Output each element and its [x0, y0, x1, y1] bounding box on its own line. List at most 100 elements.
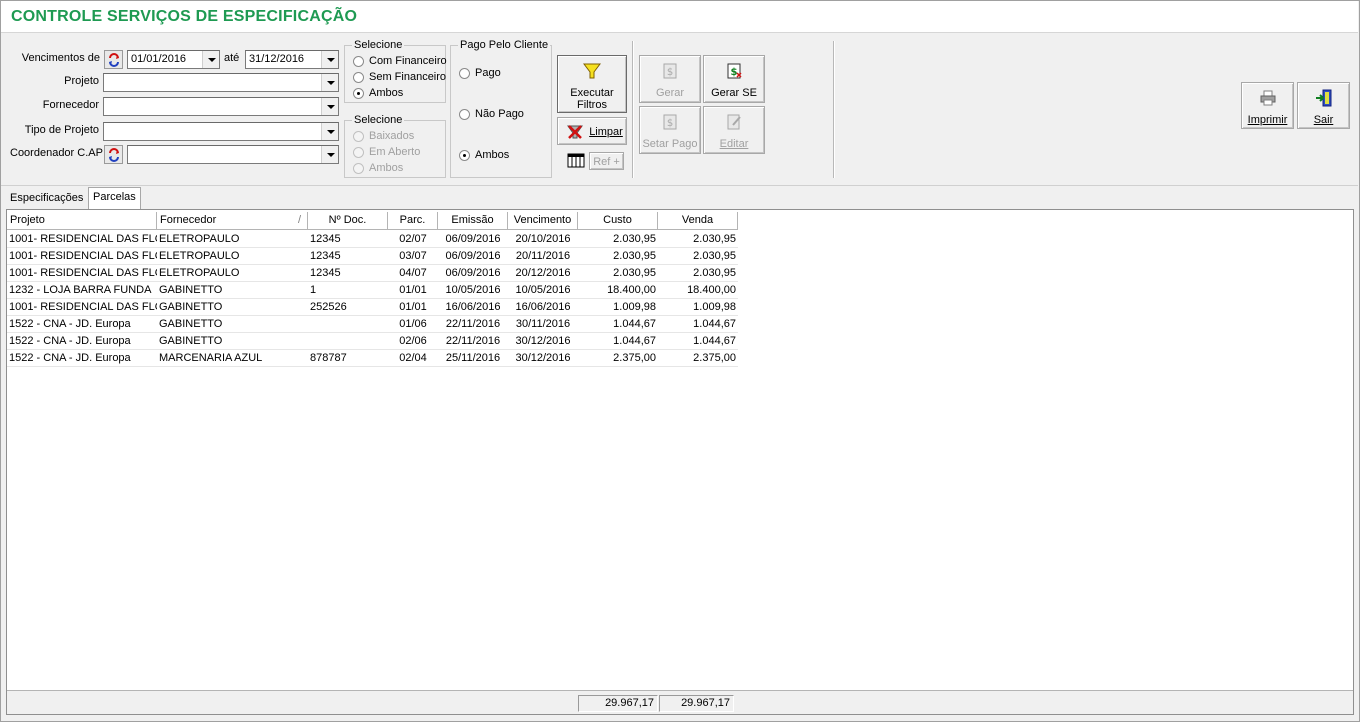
cell-custo: 1.044,67	[578, 316, 658, 333]
column-header-parc[interactable]: Parc.	[388, 212, 438, 230]
cell-parc: 03/07	[388, 248, 438, 265]
column-header-vencimento[interactable]: Vencimento	[508, 212, 578, 230]
dropdown-arrow-icon[interactable]	[321, 123, 338, 140]
projeto-select[interactable]	[103, 73, 339, 92]
total-venda: 29.967,17	[659, 695, 734, 712]
dropdown-arrow-icon[interactable]	[321, 51, 338, 68]
radio-dot	[459, 109, 470, 120]
cell-custo: 18.400,00	[578, 282, 658, 299]
dropdown-arrow-icon[interactable]	[321, 98, 338, 115]
cell-projeto: 1001- RESIDENCIAL DAS FLORES	[7, 299, 157, 316]
cell-fornecedor: GABINETTO	[157, 299, 308, 316]
exit-door-icon	[1315, 89, 1331, 107]
ref-plus-button[interactable]: Ref +	[589, 152, 624, 170]
gerar-button[interactable]: $ Gerar	[639, 55, 701, 103]
document-dollar-icon: $	[663, 63, 677, 79]
date-from-field[interactable]: 01/01/2016	[127, 50, 220, 69]
tab-parcelas[interactable]: Parcelas	[88, 187, 141, 209]
date-to-field[interactable]: 31/12/2016	[245, 50, 339, 69]
limpar-button[interactable]: Limpar	[557, 117, 627, 145]
cell-venda: 18.400,00	[658, 282, 738, 299]
radio-dot	[459, 68, 470, 79]
fornecedor-label: Fornecedor	[42, 99, 99, 111]
radio-label: Em Aberto	[369, 146, 421, 158]
ate-label: até	[224, 52, 240, 64]
cell-parc: 02/06	[388, 333, 438, 350]
coordenador-select[interactable]	[127, 145, 339, 164]
tab-especificacoes[interactable]: Especificações	[6, 189, 87, 209]
cell-emissao: 10/05/2016	[438, 282, 508, 299]
radio-dot	[353, 131, 364, 142]
executar-label: Executar	[570, 87, 614, 99]
editar-button[interactable]: Editar	[703, 106, 765, 154]
cell-doc: 878787	[308, 350, 388, 367]
refresh-icon	[109, 148, 119, 162]
refresh-vencimentos-button[interactable]	[104, 50, 123, 69]
column-header-emissao[interactable]: Emissão	[438, 212, 508, 230]
total-custo: 29.967,17	[578, 695, 658, 712]
radio-dot	[353, 72, 364, 83]
title-bar: CONTROLE SERVIÇOS DE ESPECIFICAÇÃO	[1, 1, 1358, 33]
radio-label: Ambos	[369, 162, 404, 174]
refresh-coordenador-button[interactable]	[104, 145, 123, 164]
fornecedor-select[interactable]	[103, 97, 339, 116]
editar-label: Editar	[719, 138, 749, 150]
executar-filtros-button[interactable]: Executar Filtros	[557, 55, 627, 113]
date-to-value: 31/12/2016	[249, 53, 305, 65]
cell-fornecedor: ELETROPAULO	[157, 231, 308, 248]
column-header-venda[interactable]: Venda	[658, 212, 738, 230]
radio-label: Pago	[475, 67, 501, 79]
cell-emissao: 16/06/2016	[438, 299, 508, 316]
cell-fornecedor: GABINETTO	[157, 316, 308, 333]
cell-fornecedor: MARCENARIA AZUL	[157, 350, 308, 367]
limpar-label: Limpar	[589, 126, 623, 138]
cell-projeto: 1522 - CNA - JD. Europa	[7, 333, 157, 350]
vencimentos-label: Vencimentos de	[21, 52, 100, 64]
tipo-projeto-select[interactable]	[103, 122, 339, 141]
cell-emissao: 22/11/2016	[438, 333, 508, 350]
group-title: Selecione	[352, 39, 405, 51]
radio-dot	[353, 56, 364, 67]
tipo-projeto-label: Tipo de Projeto	[24, 124, 99, 136]
dropdown-arrow-icon[interactable]	[321, 74, 338, 91]
svg-text:$: $	[731, 67, 738, 78]
printer-icon	[1260, 90, 1275, 106]
setar-pago-button[interactable]: $ Setar Pago	[639, 106, 701, 154]
column-header-projeto[interactable]: Projeto	[7, 212, 157, 230]
cell-custo: 2.030,95	[578, 231, 658, 248]
cell-projeto: 1001- RESIDENCIAL DAS FLORES	[7, 265, 157, 282]
cell-custo: 1.044,67	[578, 333, 658, 350]
cell-fornecedor: GABINETTO	[157, 333, 308, 350]
radio-label: Ambos	[369, 87, 404, 99]
column-header-fornecedor[interactable]: Fornecedor /	[157, 212, 308, 230]
gerar-se-button[interactable]: $ Gerar SE	[703, 55, 765, 103]
refresh-icon	[109, 53, 119, 67]
cell-doc	[308, 316, 388, 333]
cell-parc: 04/07	[388, 265, 438, 282]
filtros-label: Filtros	[577, 99, 607, 111]
dropdown-arrow-icon[interactable]	[321, 146, 338, 163]
cell-custo: 2.030,95	[578, 248, 658, 265]
cell-venda: 1.044,67	[658, 333, 738, 350]
radio-label: Não Pago	[475, 108, 524, 120]
selecione-financeiro-group: Selecione Com Financeiro Sem Financeiro …	[344, 39, 447, 103]
gerar-se-label: Gerar SE	[711, 87, 757, 99]
grid-footer: 29.967,17 29.967,17	[7, 690, 1353, 714]
radio-dot	[353, 147, 364, 158]
pago-cliente-group: Pago Pelo Cliente Pago Não Pago Ambos	[450, 39, 552, 178]
selecione-baixados-group: Selecione Baixados Em Aberto Ambos	[344, 114, 446, 178]
sair-button[interactable]: Sair	[1297, 82, 1350, 129]
cell-emissao: 06/09/2016	[438, 265, 508, 282]
cell-parc: 02/04	[388, 350, 438, 367]
cell-venda: 1.044,67	[658, 316, 738, 333]
imprimir-button[interactable]: Imprimir	[1241, 82, 1294, 129]
group-title: Selecione	[352, 114, 405, 126]
column-header-custo[interactable]: Custo	[578, 212, 658, 230]
columns-icon[interactable]	[567, 152, 585, 169]
column-header-doc[interactable]: Nº Doc.	[308, 212, 388, 230]
dropdown-arrow-icon[interactable]	[202, 51, 219, 68]
ref-label: Ref +	[593, 156, 620, 168]
cell-vencimento: 20/10/2016	[508, 231, 578, 248]
separator	[632, 41, 634, 178]
cell-fornecedor: ELETROPAULO	[157, 265, 308, 282]
